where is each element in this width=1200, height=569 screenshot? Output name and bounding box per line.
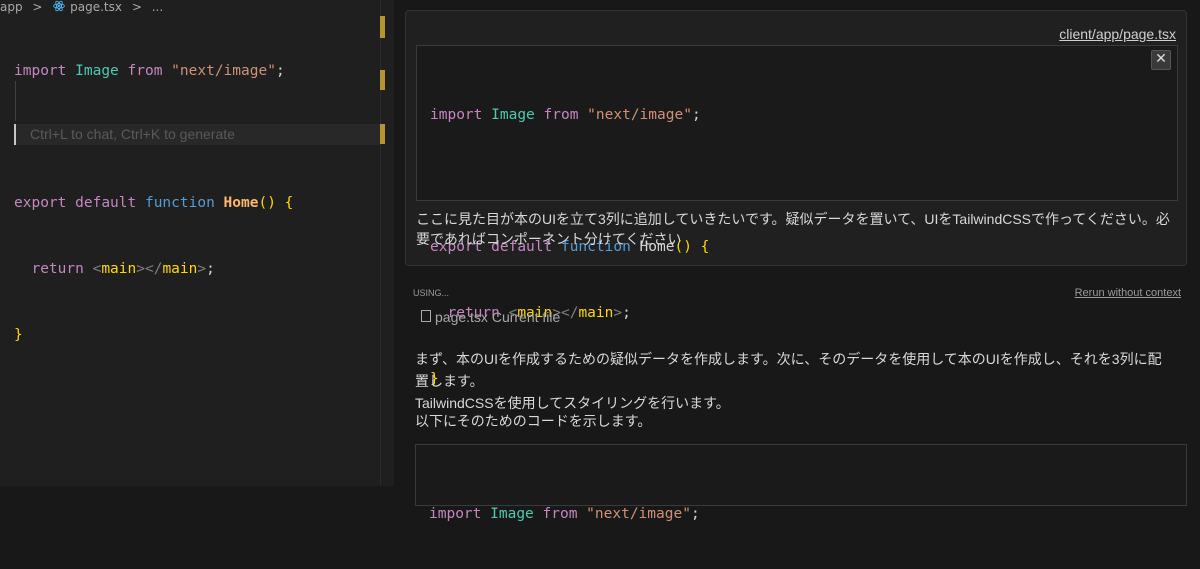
indent-guide bbox=[15, 81, 16, 121]
breadcrumb-more[interactable]: ... bbox=[152, 0, 163, 14]
context-file-item[interactable]: page.tsx Current file bbox=[421, 309, 560, 325]
code-line: } bbox=[14, 327, 23, 343]
breadcrumb-folder[interactable]: app bbox=[0, 0, 23, 14]
inline-prompt-line[interactable]: Ctrl+L to chat, Ctrl+K to generate bbox=[14, 124, 382, 145]
using-label: USING... bbox=[413, 288, 450, 298]
code-line: export default function Home() { bbox=[14, 195, 294, 211]
breadcrumb-file[interactable]: page.tsx bbox=[70, 0, 122, 14]
scroll-marker bbox=[380, 16, 385, 38]
code-editor[interactable]: app > page.tsx > ... import Image from "… bbox=[0, 0, 394, 486]
breadcrumb: app > page.tsx > ... bbox=[0, 0, 169, 14]
prompt-text: ここに見た目が本のUIを立て3列に追加していきたいです。疑似データを置いて、UI… bbox=[416, 211, 1170, 247]
context-file-desc: Current file bbox=[491, 309, 561, 325]
inline-hint: Ctrl+L to chat, Ctrl+K to generate bbox=[30, 126, 235, 142]
code-line: return <main></main>; bbox=[31, 261, 215, 277]
code-block: import Image from "next/image"; bbox=[415, 444, 1187, 522]
breadcrumb-separator: > bbox=[32, 0, 43, 14]
rerun-without-context-link[interactable]: Rerun without context bbox=[1075, 287, 1181, 299]
react-icon bbox=[53, 0, 66, 12]
scroll-marker bbox=[380, 70, 385, 90]
answer-paragraph: まず、本のUIを作成するための疑似データを作成します。次に、そのデータを使用して… bbox=[415, 351, 1162, 389]
context-file-name: page.tsx bbox=[435, 309, 488, 325]
user-message: client/app/page.tsx ✕ import Image from … bbox=[405, 10, 1187, 387]
close-button[interactable]: ✕ bbox=[1151, 50, 1171, 70]
code-line: import Image from "next/image"; bbox=[429, 506, 700, 522]
file-link[interactable]: client/app/page.tsx bbox=[1059, 26, 1176, 42]
scroll-marker bbox=[380, 124, 385, 144]
code-line: import Image from "next/image"; bbox=[14, 63, 285, 79]
chat-panel: client/app/page.tsx ✕ import Image from … bbox=[396, 0, 1200, 522]
answer-paragraph: 以下にそのためのコードを示します。 bbox=[415, 413, 652, 429]
assistant-answer: まず、本のUIを作成するための疑似データを作成します。次に、そのデータを使用して… bbox=[415, 348, 1175, 414]
code-content: import Image from "next/image"; bbox=[429, 459, 700, 569]
code-content[interactable]: import Image from "next/image"; export d… bbox=[14, 16, 293, 390]
code-block: ✕ import Image from "next/image"; export… bbox=[416, 45, 1178, 387]
file-icon bbox=[421, 310, 431, 322]
breadcrumb-separator: > bbox=[131, 0, 142, 14]
code-line: import Image from "next/image"; bbox=[430, 107, 701, 123]
